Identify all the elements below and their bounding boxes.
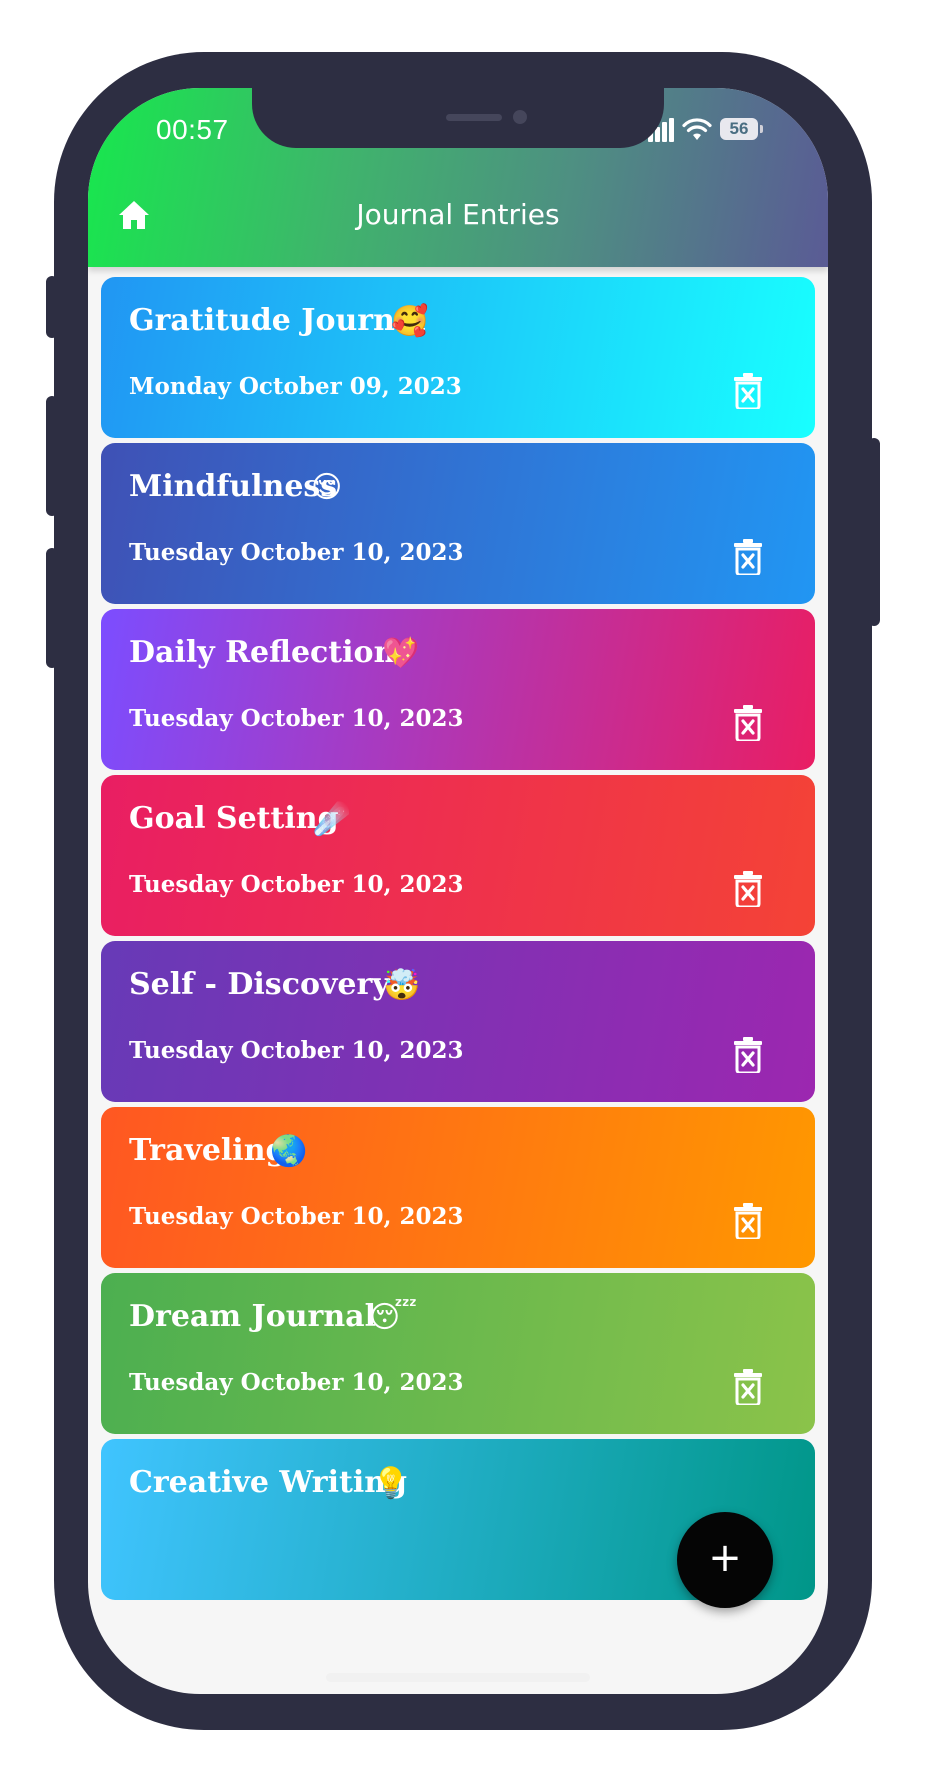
entry-mood-emoji: 💡: [372, 1466, 410, 1501]
delete-icon[interactable]: [733, 1203, 763, 1239]
page-title: Journal Entries: [356, 198, 560, 231]
entry-mood-emoji: 🌏: [270, 1134, 308, 1169]
journal-entry-card[interactable]: Mindfulness 😌 Tuesday October 10, 2023: [101, 443, 815, 604]
entry-date: Tuesday October 10, 2023: [129, 1203, 464, 1230]
journal-entry-card[interactable]: Daily Reflection 💖 Tuesday October 10, 202…: [101, 609, 815, 770]
delete-icon[interactable]: [733, 1037, 763, 1073]
entry-mood-emoji: 😴: [369, 1300, 418, 1335]
entry-title: Gratitude Journal: [129, 303, 426, 338]
speaker-grille: [446, 114, 502, 121]
entry-mood-emoji: 💖: [382, 636, 420, 671]
entry-title: Self - Discovery: [129, 967, 390, 1002]
entry-date: Tuesday October 10, 2023: [129, 705, 464, 732]
journal-entry-card[interactable]: Self - Discovery 🤯 Tuesday October 10, 202…: [101, 941, 815, 1102]
power-button: [868, 438, 880, 626]
entry-mood-emoji: 🥰: [391, 304, 429, 339]
status-time: 00:57: [156, 114, 229, 145]
journal-entry-card[interactable]: Traveling 🌏 Tuesday October 10, 2023: [101, 1107, 815, 1268]
entry-date: Tuesday October 10, 2023: [129, 1369, 464, 1396]
add-entry-button[interactable]: +: [677, 1512, 773, 1608]
entry-mood-emoji: 🤯: [383, 968, 421, 1003]
entry-date: Tuesday October 10, 2023: [129, 871, 464, 898]
delete-icon[interactable]: [733, 373, 763, 409]
entry-mood-emoji: 😌: [311, 470, 343, 505]
delete-icon[interactable]: [733, 705, 763, 741]
phone-screen: 00:57 56 Journal Entries Gratitude Journ…: [88, 88, 828, 1694]
silent-switch: [46, 276, 58, 338]
entry-mood-emoji: ☄️: [313, 802, 351, 837]
battery-icon: 56: [720, 118, 758, 140]
front-camera: [513, 110, 527, 124]
journal-entry-list[interactable]: Gratitude Journal 🥰 Monday October 09, 202…: [88, 267, 828, 1694]
journal-entry-card[interactable]: Goal Setting ☄️ Tuesday October 10, 2023: [101, 775, 815, 936]
battery-nub: [760, 125, 763, 133]
journal-entry-card[interactable]: Gratitude Journal 🥰 Monday October 09, 202…: [101, 277, 815, 438]
volume-up-button: [46, 396, 58, 516]
home-indicator[interactable]: [326, 1673, 590, 1682]
entry-title: Traveling: [129, 1133, 287, 1168]
delete-icon[interactable]: [733, 539, 763, 575]
entry-date: Tuesday October 10, 2023: [129, 539, 464, 566]
entry-title: Dream Journal: [129, 1299, 377, 1334]
volume-down-button: [46, 548, 58, 668]
delete-icon[interactable]: [733, 1369, 763, 1405]
journal-entry-card[interactable]: Dream Journal 😴 Tuesday October 10, 2023: [101, 1273, 815, 1434]
wifi-icon: [682, 118, 712, 140]
entry-title: Mindfulness: [129, 469, 338, 504]
entry-title: Daily Reflection: [129, 635, 396, 670]
entry-date: Monday October 09, 2023: [129, 373, 462, 400]
delete-icon[interactable]: [733, 871, 763, 907]
entry-date: Tuesday October 10, 2023: [129, 1037, 464, 1064]
entry-title: Goal Setting: [129, 801, 339, 836]
entry-title: Creative Writing: [129, 1465, 408, 1500]
